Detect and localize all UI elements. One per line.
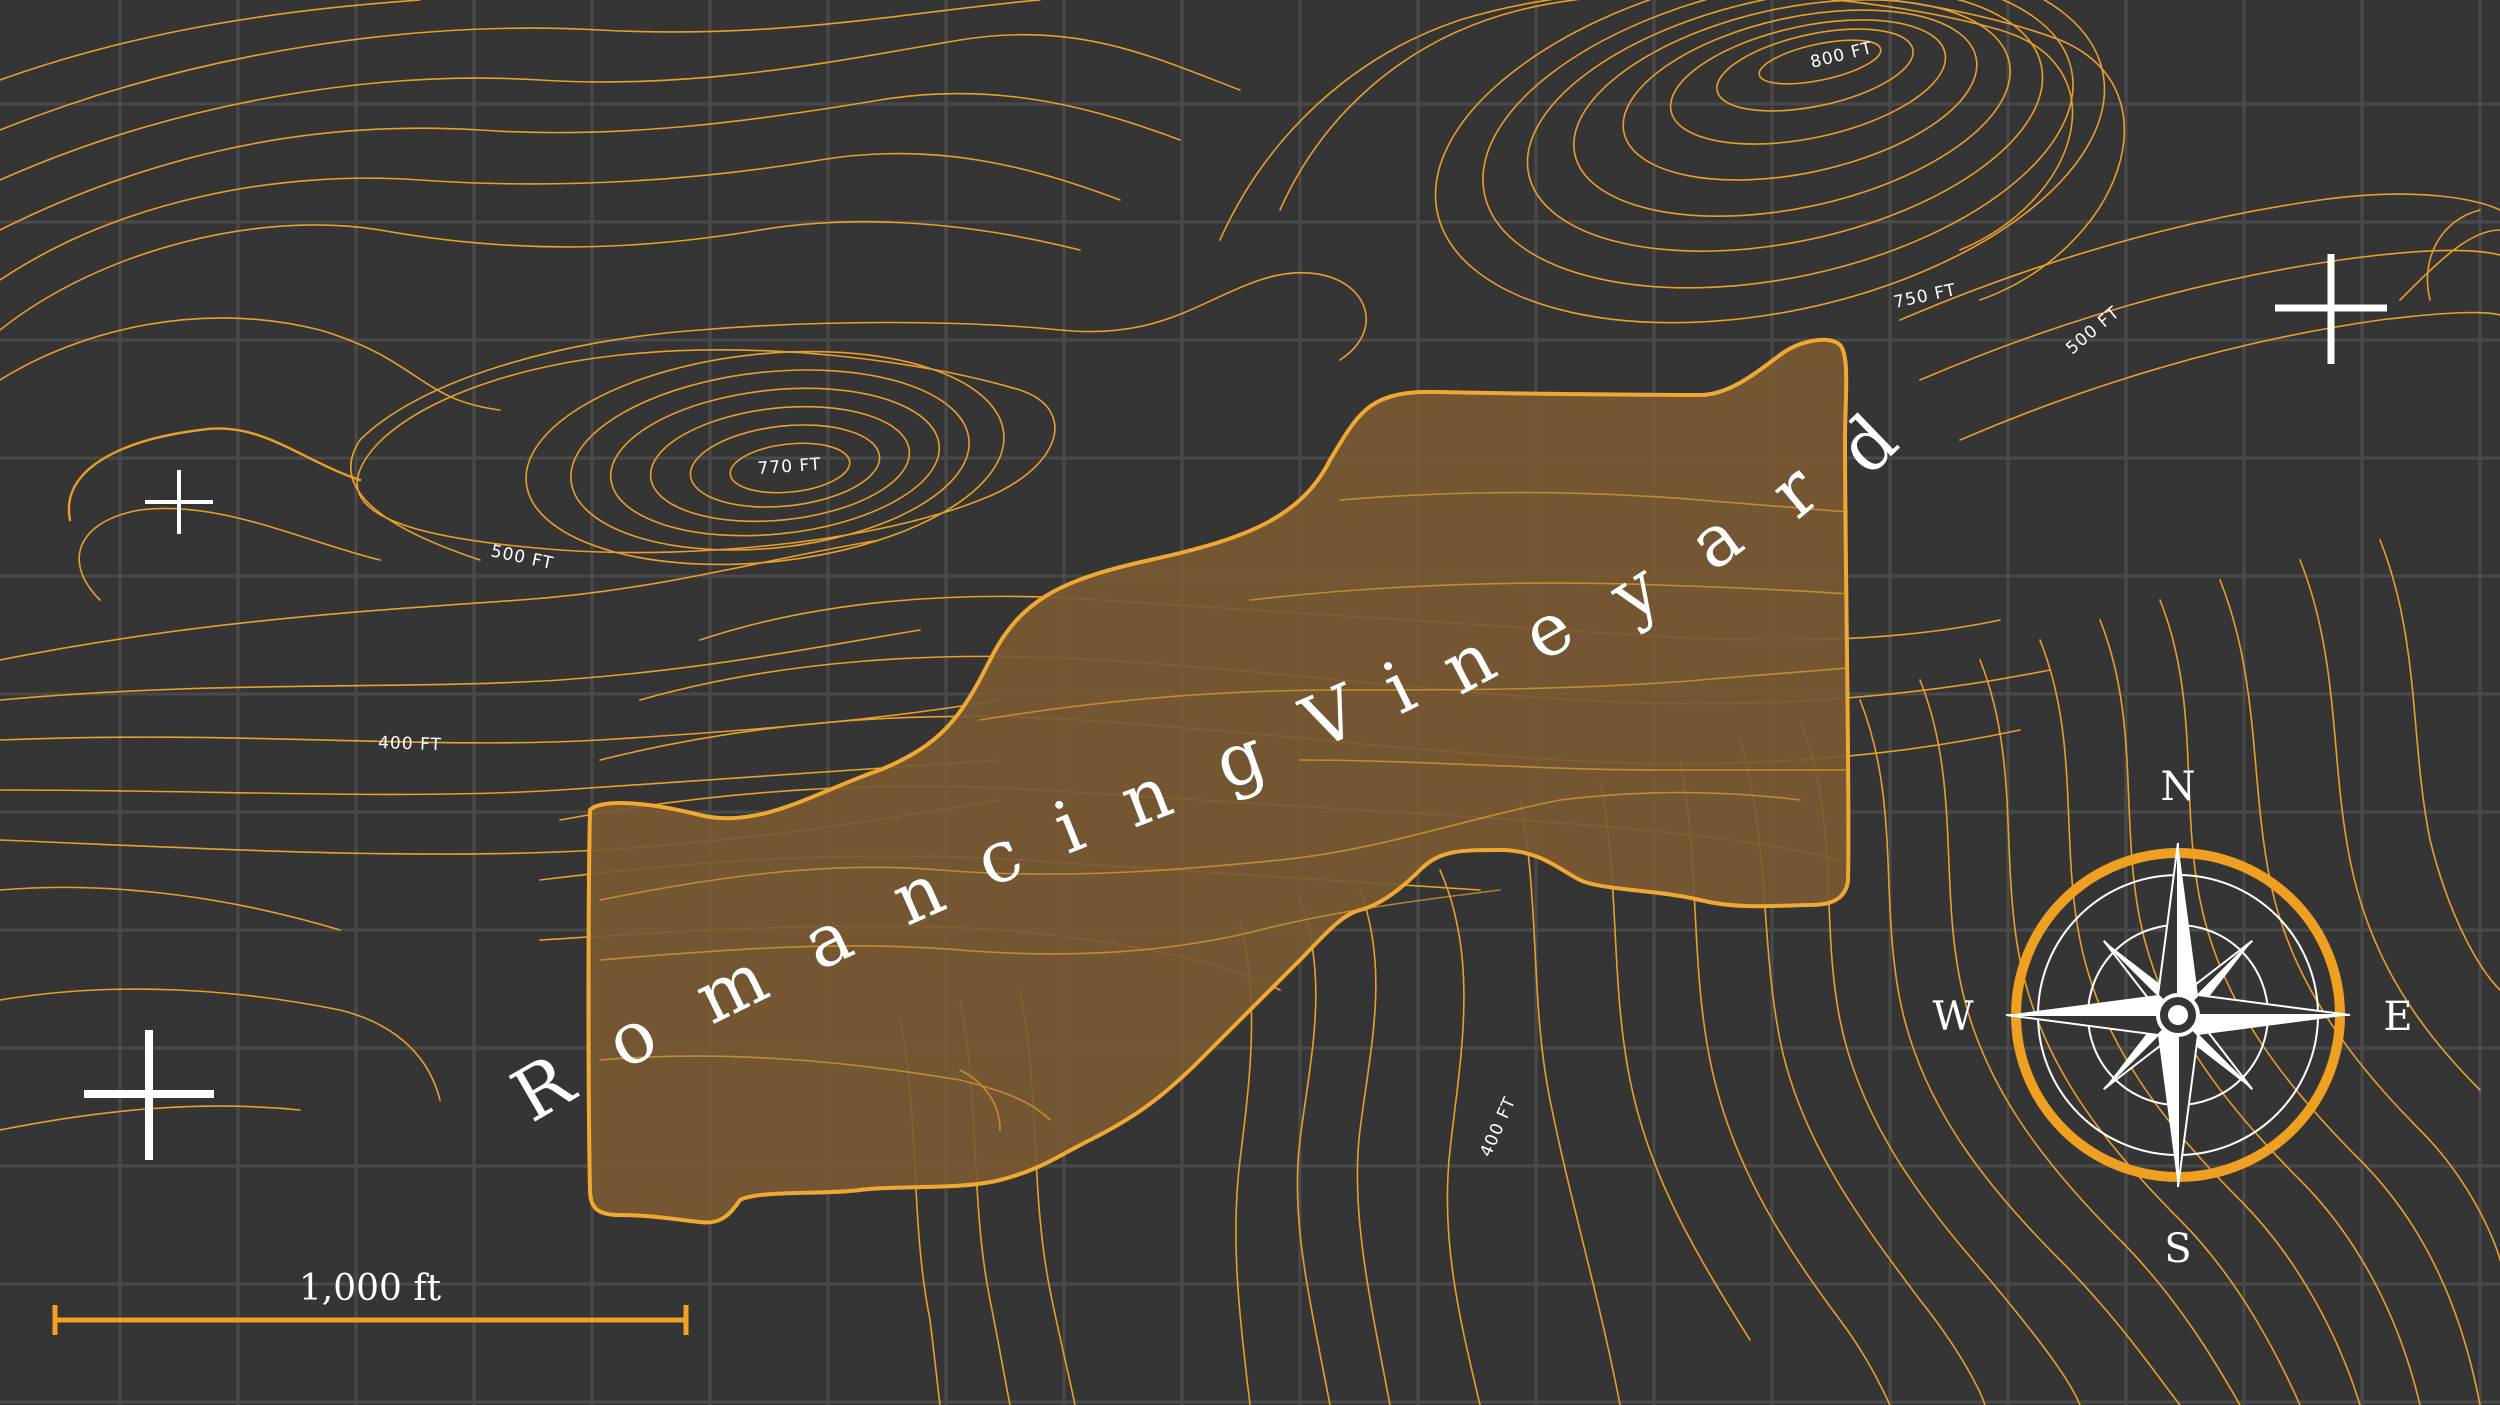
compass-west-label: W [1932, 994, 1973, 1040]
compass-north-label: N [2161, 764, 2196, 810]
scale-bar-label: 1,000 ft [299, 1268, 442, 1309]
compass-south-label: S [2164, 1226, 2191, 1272]
topographic-map: R o m a n c i n g V i n e y a r d 800 FT… [0, 0, 2500, 1405]
elevation-label: 400 FT [378, 733, 442, 755]
compass-east-label: E [2383, 994, 2412, 1040]
